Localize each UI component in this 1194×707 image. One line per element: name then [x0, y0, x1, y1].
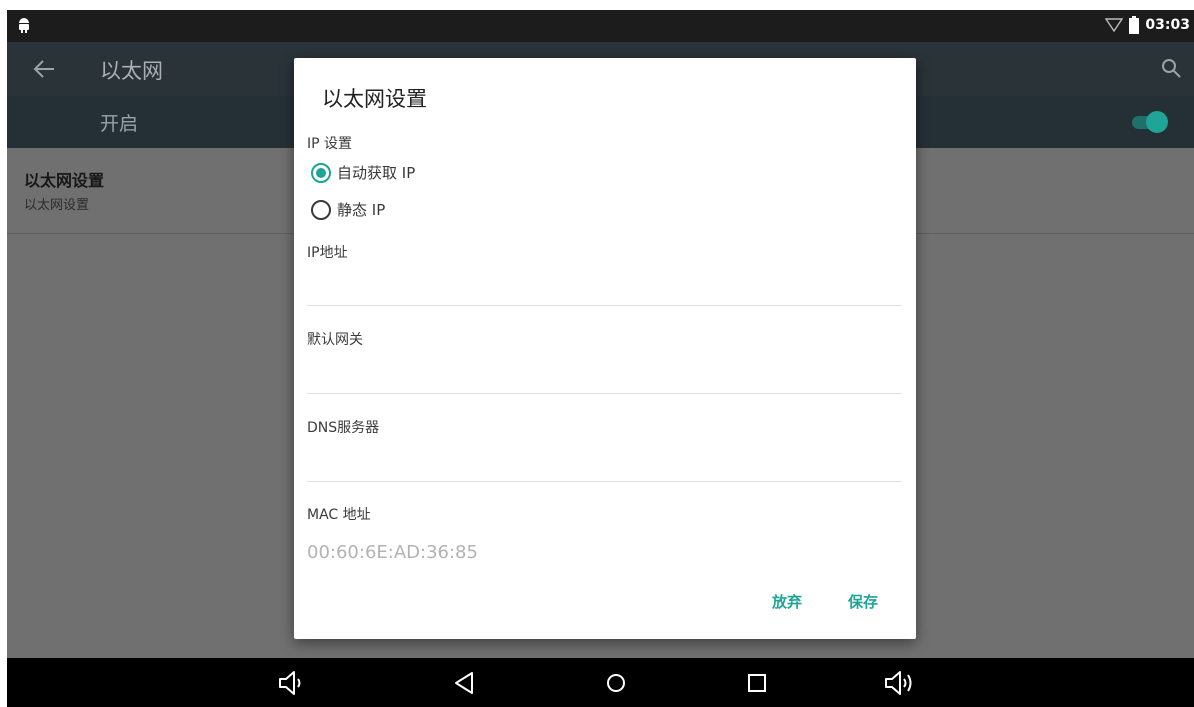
mac-address-label: MAC 地址 [307, 507, 371, 523]
save-button[interactable]: 保存 [848, 591, 878, 612]
radio-checked-icon[interactable] [311, 162, 331, 183]
back-icon[interactable] [450, 669, 480, 697]
cancel-button[interactable]: 放弃 [772, 591, 802, 612]
preference-summary: 以太网设置 [24, 198, 90, 213]
ip-settings-label: IP 设置 [307, 136, 353, 152]
preference-title: 以太网设置 [24, 171, 105, 190]
battery-icon [1129, 16, 1140, 34]
search-icon[interactable] [1160, 57, 1182, 79]
ip-address-field[interactable] [307, 305, 902, 306]
ip-address-label: IP地址 [307, 245, 348, 261]
status-bar: 03:03 [7, 10, 1194, 42]
wifi-icon [1105, 18, 1124, 33]
radio-unchecked-icon[interactable] [311, 199, 331, 220]
radio-static-label: 静态 IP [337, 201, 386, 219]
home-icon[interactable] [601, 669, 631, 697]
dns-label: DNS服务器 [307, 420, 380, 436]
ethernet-settings-dialog: 以太网设置 IP 设置 自动获取 IP 静态 IP IP地址 默认网关 DNS服… [294, 58, 916, 639]
clock: 03:03 [1145, 17, 1190, 33]
android-icon [19, 18, 29, 33]
dialog-title: 以太网设置 [322, 87, 427, 111]
radio-dhcp-label: 自动获取 IP [337, 164, 416, 182]
page-title: 以太网 [100, 59, 163, 83]
volume-down-icon[interactable] [277, 669, 307, 697]
volume-up-icon[interactable] [884, 669, 914, 697]
ethernet-toggle[interactable] [1128, 110, 1168, 134]
mac-address-value: 00:60:6E:AD:36:85 [307, 542, 478, 563]
radio-static[interactable]: 静态 IP [311, 199, 385, 220]
back-arrow-icon[interactable] [33, 59, 55, 79]
gateway-label: 默认网关 [307, 332, 363, 348]
toggle-thumb [1146, 111, 1168, 133]
switch-label: 开启 [100, 113, 139, 135]
dns-field[interactable] [307, 481, 902, 482]
navigation-bar [7, 658, 1194, 707]
radio-dhcp[interactable]: 自动获取 IP [311, 162, 415, 183]
recents-icon[interactable] [742, 669, 772, 697]
gateway-field[interactable] [307, 393, 902, 394]
